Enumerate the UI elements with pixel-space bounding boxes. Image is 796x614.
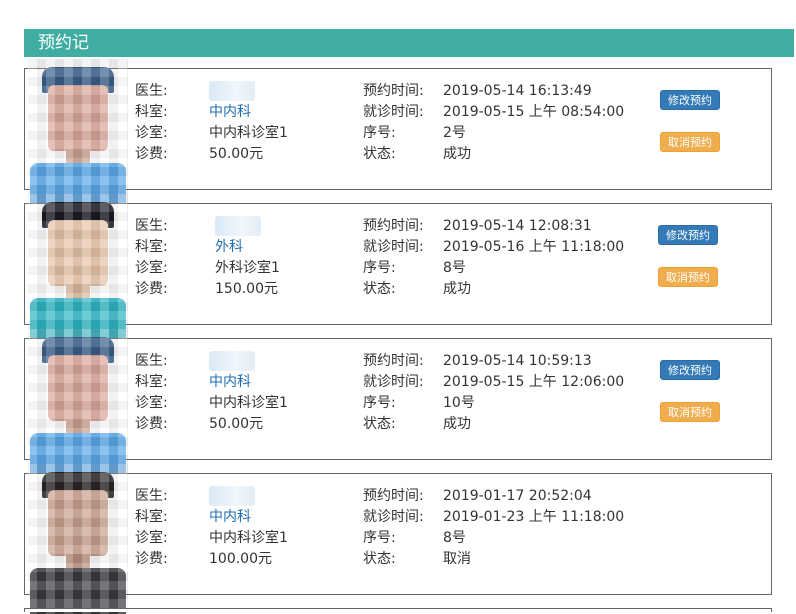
dept-label: 科室:	[135, 509, 168, 525]
visit-time-label: 就诊时间:	[363, 239, 424, 255]
room-label: 诊室:	[135, 530, 168, 546]
appointment-card: 医生: 科室: 外科 诊室: 外科诊室1 诊费: 150.00元 预约时间: 2…	[24, 194, 772, 344]
dept-link[interactable]: 中内科	[209, 507, 251, 527]
booked-time-label: 预约时间:	[363, 353, 424, 369]
dept-link[interactable]: 中内科	[209, 372, 251, 392]
status-label: 状态:	[363, 416, 396, 432]
status-label: 状态:	[363, 551, 396, 567]
booked-time-label: 预约时间:	[363, 83, 424, 99]
visit-time-label: 就诊时间:	[363, 104, 424, 120]
fee-value: 50.00元	[209, 416, 264, 432]
doctor-avatar	[28, 329, 128, 479]
fee-label: 诊费:	[135, 551, 168, 567]
booked-time-value: 2019-01-17 20:52:04	[443, 488, 592, 504]
visit-time-value: 2019-01-23 上午 11:18:00	[443, 509, 625, 525]
room-value: 外科诊室1	[215, 260, 280, 276]
doctor-avatar	[28, 464, 128, 614]
visit-time-value: 2019-05-15 上午 12:06:00	[443, 374, 625, 390]
modify-appointment-button[interactable]: 修改预约	[658, 225, 718, 245]
modify-appointment-button[interactable]: 修改预约	[660, 360, 720, 380]
number-value: 10号	[443, 395, 475, 411]
dept-label: 科室:	[135, 104, 168, 120]
room-value: 中内科诊室1	[209, 530, 288, 546]
visit-time-label: 就诊时间:	[363, 374, 424, 390]
fee-value: 100.00元	[209, 551, 272, 567]
room-value: 中内科诊室1	[209, 395, 288, 411]
doctor-avatar	[28, 59, 128, 209]
doctor-label: 医生:	[135, 488, 168, 504]
status-value: 取消	[443, 551, 471, 567]
records-header: 预约记	[24, 29, 794, 57]
appointment-card: 医生: 科室: 中内科 诊室: 中内科诊室1 诊费: 50.00元 预约时间: …	[24, 59, 772, 209]
doctor-name-redacted	[209, 351, 255, 371]
doctor-name-redacted	[209, 81, 255, 101]
fee-label: 诊费:	[135, 281, 168, 297]
booked-time-label: 预约时间:	[363, 488, 424, 504]
cancel-appointment-button[interactable]: 取消预约	[660, 132, 720, 152]
room-value: 中内科诊室1	[209, 125, 288, 141]
status-value: 成功	[443, 281, 471, 297]
number-value: 8号	[443, 530, 466, 546]
page-title: 预约记	[38, 33, 89, 53]
cancel-appointment-button[interactable]: 取消预约	[660, 402, 720, 422]
room-label: 诊室:	[135, 260, 168, 276]
number-value: 8号	[443, 260, 466, 276]
status-label: 状态:	[363, 146, 396, 162]
fee-value: 150.00元	[215, 281, 278, 297]
booked-time-label: 预约时间:	[363, 218, 424, 234]
status-value: 成功	[443, 146, 471, 162]
booked-time-value: 2019-05-14 10:59:13	[443, 353, 592, 369]
number-label: 序号:	[363, 530, 396, 546]
number-label: 序号:	[363, 395, 396, 411]
appointment-card: 医生: 科室: 中内科 诊室: 中内科诊室1 诊费: 50.00元 预约时间: …	[24, 329, 772, 479]
doctor-name-redacted	[209, 486, 255, 506]
status-value: 成功	[443, 416, 471, 432]
visit-time-value: 2019-05-15 上午 08:54:00	[443, 104, 625, 120]
doctor-label: 医生:	[135, 353, 168, 369]
fee-label: 诊费:	[135, 146, 168, 162]
doctor-name-redacted	[215, 216, 261, 236]
room-label: 诊室:	[135, 395, 168, 411]
cancel-appointment-button[interactable]: 取消预约	[658, 267, 718, 287]
fee-label: 诊费:	[135, 416, 168, 432]
doctor-label: 医生:	[135, 83, 168, 99]
modify-appointment-button[interactable]: 修改预约	[660, 90, 720, 110]
dept-label: 科室:	[135, 239, 168, 255]
number-value: 2号	[443, 125, 466, 141]
dept-label: 科室:	[135, 374, 168, 390]
doctor-label: 医生:	[135, 218, 168, 234]
dept-link[interactable]: 中内科	[209, 102, 251, 122]
booked-time-value: 2019-05-14 16:13:49	[443, 83, 592, 99]
doctor-avatar	[28, 194, 128, 344]
visit-time-value: 2019-05-16 上午 11:18:00	[443, 239, 625, 255]
room-label: 诊室:	[135, 125, 168, 141]
number-label: 序号:	[363, 260, 396, 276]
fee-value: 50.00元	[209, 146, 264, 162]
appointment-card: 医生: 科室: 中内科 诊室: 中内科诊室1 诊费: 100.00元 预约时间:…	[24, 464, 772, 614]
status-label: 状态:	[363, 281, 396, 297]
number-label: 序号:	[363, 125, 396, 141]
booked-time-value: 2019-05-14 12:08:31	[443, 218, 592, 234]
visit-time-label: 就诊时间:	[363, 509, 424, 525]
appointment-card-partial	[24, 608, 772, 612]
dept-link[interactable]: 外科	[215, 237, 243, 257]
